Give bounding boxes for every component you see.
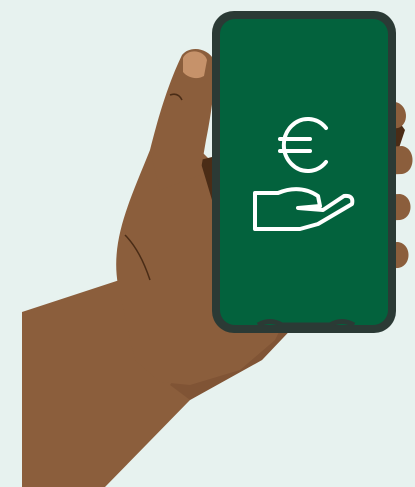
hand-holding-phone-illustration — [0, 0, 415, 487]
thumbnail — [183, 51, 207, 79]
illustration-canvas — [0, 0, 415, 487]
